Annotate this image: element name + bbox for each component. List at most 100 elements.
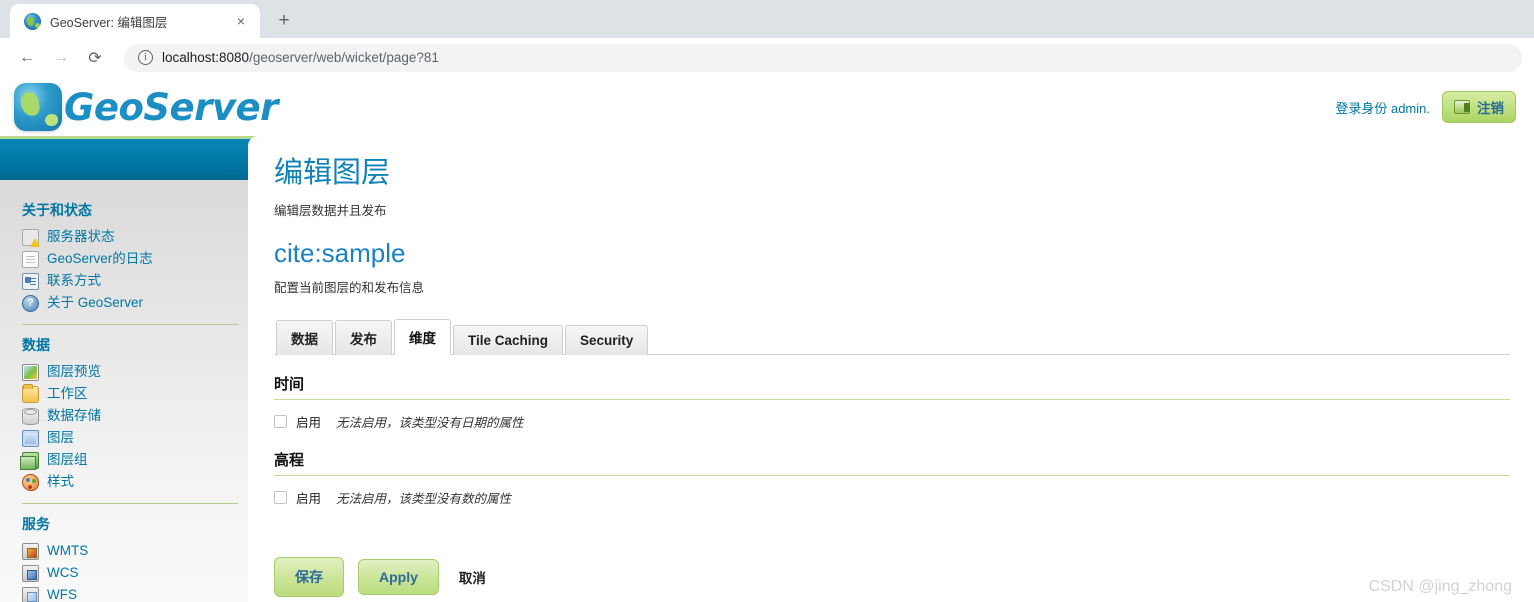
sidebar-item-server-status[interactable]: 服务器状态 [22, 226, 236, 248]
sidebar-section-data: 数据 图层预览 工作区 数据存储 图层 图层组 样式 [0, 335, 248, 493]
datastore-icon [22, 407, 39, 425]
sidebar-item-label: WFS [47, 587, 77, 602]
layer-preview-icon [22, 363, 39, 381]
browser-toolbar: ← → ⟳ i localhost:8080/geoserver/web/wic… [0, 38, 1534, 78]
elevation-enable-row: 启用 无法启用，该类型没有数的属性 [274, 488, 1510, 507]
sidebar-section-title: 数据 [22, 337, 50, 353]
page-body: 关于和状态 服务器状态 GeoServer的日志 联系方式 ? 关于 GeoSe… [0, 136, 1534, 602]
time-enable-checkbox[interactable] [274, 415, 287, 429]
new-tab-button[interactable]: + [270, 7, 298, 35]
server-status-icon [22, 228, 40, 247]
elevation-enable-hint: 无法启用，该类型没有数的属性 [336, 492, 512, 507]
logout-label: 注销 [1477, 101, 1504, 116]
url-text: localhost:8080/geoserver/web/wicket/page… [162, 50, 439, 65]
site-info-icon[interactable]: i [138, 50, 153, 65]
browser-tab[interactable]: GeoServer: 编辑图层 × [10, 4, 260, 38]
geoserver-logo[interactable]: GeoServer [14, 83, 278, 131]
browser-window: GeoServer: 编辑图层 × + ← → ⟳ i localhost:80… [0, 0, 1534, 602]
sidebar-section-services: 服务 WMTS WCS WFS WMS [0, 514, 248, 602]
form-actions: 保存 Apply 取消 [274, 557, 1510, 598]
url-path: /geoserver/web/wicket/page?81 [249, 50, 439, 65]
about-icon: ? [22, 294, 39, 312]
time-enable-label: 启用 [296, 416, 322, 431]
sidebar-item-wfs[interactable]: WFS [22, 584, 236, 602]
login-status-text: 登录身份 admin. [1335, 100, 1430, 116]
sidebar-item-layer-preview[interactable]: 图层预览 [22, 361, 236, 383]
tab-security[interactable]: Security [565, 325, 649, 356]
url-host: localhost:8080 [162, 50, 250, 65]
sidebar-section-title: 关于和状态 [22, 202, 92, 218]
page-title: 编辑图层 [274, 157, 391, 189]
sidebar-item-label: 样式 [47, 474, 74, 489]
sidebar-item-stores[interactable]: 数据存储 [22, 405, 236, 427]
logo-text: GeoServer [64, 85, 278, 129]
main-content-panel: 编辑图层 编辑层数据并且发布 cite:sample 配置当前图层的和发布信息 … [248, 136, 1534, 602]
service-wfs-icon [22, 586, 39, 602]
logs-icon [22, 250, 39, 268]
layer-icon [22, 429, 39, 447]
address-bar[interactable]: i localhost:8080/geoserver/web/wicket/pa… [124, 43, 1522, 72]
sidebar-section-about: 关于和状态 服务器状态 GeoServer的日志 联系方式 ? 关于 GeoSe… [0, 200, 248, 314]
sidebar-divider [22, 324, 238, 325]
elevation-enable-label: 启用 [296, 492, 322, 507]
layergroup-icon [20, 451, 39, 470]
sidebar-item-label: 关于 GeoServer [47, 295, 144, 310]
login-status-area: 登录身份 admin. 注销 [1335, 91, 1516, 123]
sidebar-item-wmts[interactable]: WMTS [22, 540, 236, 562]
sidebar-divider [22, 503, 238, 504]
close-icon[interactable]: × [232, 12, 250, 30]
browser-tab-strip: GeoServer: 编辑图层 × + [0, 0, 1534, 38]
cancel-button[interactable]: 取消 [453, 567, 492, 587]
tab-data[interactable]: 数据 [276, 320, 333, 356]
sidebar-section-title: 服务 [22, 516, 50, 532]
style-palette-icon [22, 473, 39, 491]
logout-icon [1454, 100, 1470, 114]
sidebar-item-layergroups[interactable]: 图层组 [20, 449, 236, 471]
service-wcs-icon [22, 564, 39, 582]
time-enable-row: 启用 无法启用，该类型没有日期的属性 [274, 412, 1510, 431]
contact-icon [22, 272, 39, 290]
sidebar-item-label: GeoServer的日志 [47, 251, 153, 266]
sidebar-item-label: 图层 [47, 430, 74, 445]
sidebar-item-label: 图层组 [47, 452, 88, 467]
tab-publish[interactable]: 发布 [335, 320, 392, 356]
sidebar-item-contact[interactable]: 联系方式 [22, 270, 236, 292]
apply-button[interactable]: Apply [358, 559, 439, 596]
layer-name-heading: cite:sample [274, 237, 406, 268]
tab-dimension[interactable]: 维度 [394, 319, 451, 356]
sidebar: 关于和状态 服务器状态 GeoServer的日志 联系方式 ? 关于 GeoSe… [0, 180, 248, 602]
sidebar-item-styles[interactable]: 样式 [22, 471, 236, 493]
service-wmts-icon [22, 542, 39, 560]
sidebar-item-label: 数据存储 [47, 408, 101, 423]
sidebar-item-workspaces[interactable]: 工作区 [22, 383, 236, 405]
globe-logo-icon [14, 83, 62, 131]
browser-tab-title: GeoServer: 编辑图层 [50, 15, 168, 30]
geoserver-page: GeoServer 登录身份 admin. 注销 关于和状态 服务器状态 Geo… [0, 78, 1534, 602]
geoserver-header: GeoServer 登录身份 admin. 注销 [0, 78, 1534, 136]
save-button[interactable]: 保存 [274, 557, 344, 598]
sidebar-item-label: WCS [47, 565, 79, 580]
section-heading-time: 时间 [274, 373, 1510, 401]
logout-button[interactable]: 注销 [1442, 91, 1516, 123]
sidebar-item-label: 图层预览 [47, 364, 101, 379]
sidebar-item-label: 工作区 [47, 386, 88, 401]
sidebar-item-label: 服务器状态 [47, 229, 115, 244]
sidebar-item-layers[interactable]: 图层 [22, 427, 236, 449]
layer-subtitle: 配置当前图层的和发布信息 [274, 281, 425, 296]
page-subtitle: 编辑层数据并且发布 [274, 203, 387, 218]
forward-icon[interactable]: → [46, 43, 76, 73]
workspace-folder-icon [22, 383, 39, 403]
sidebar-item-logs[interactable]: GeoServer的日志 [22, 248, 236, 270]
elevation-enable-checkbox[interactable] [274, 491, 287, 505]
sidebar-item-about[interactable]: ? 关于 GeoServer [22, 292, 236, 314]
sidebar-item-label: WMTS [47, 543, 89, 558]
section-heading-elevation: 高程 [274, 449, 1510, 477]
watermark: CSDN @jing_zhong [1368, 578, 1512, 595]
reload-icon[interactable]: ⟳ [80, 43, 110, 73]
sidebar-item-wcs[interactable]: WCS [22, 562, 236, 584]
tab-tile-caching[interactable]: Tile Caching [453, 325, 564, 356]
sidebar-item-label: 联系方式 [47, 273, 101, 288]
globe-icon [24, 12, 41, 30]
layer-tabs: 数据 发布 维度 Tile Caching Security [274, 318, 1510, 356]
back-icon[interactable]: ← [12, 43, 42, 73]
